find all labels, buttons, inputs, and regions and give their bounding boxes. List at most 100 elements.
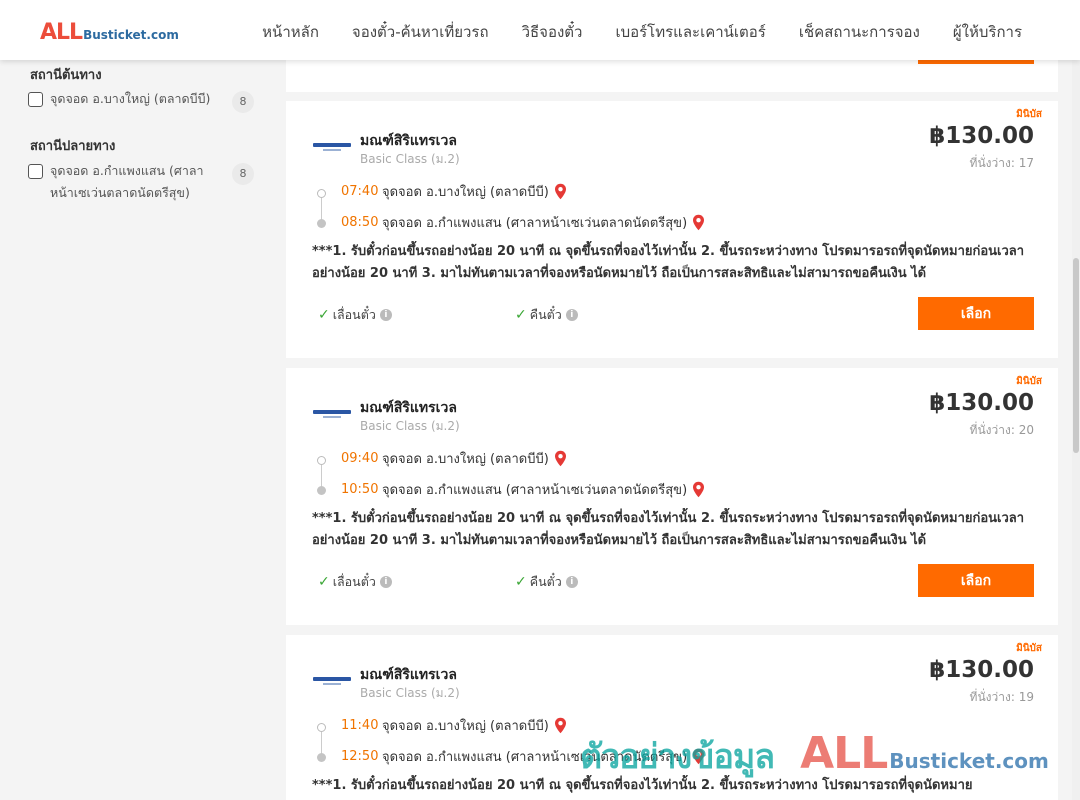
arrival-time: 10:50	[341, 482, 379, 497]
destination-filter-title: สถานีปลายทาง	[30, 139, 116, 154]
bus-type-badge: มินิบัส	[1016, 109, 1042, 120]
seats-count: 20	[1018, 423, 1034, 437]
map-pin-icon[interactable]	[692, 748, 705, 765]
nav-home[interactable]: หน้าหลัก	[262, 20, 319, 44]
seats-label: ที่นั่งว่าง:	[969, 423, 1015, 437]
departure-place: จุดจอด อ.บางใหญ่ (ตลาดบีบี)	[382, 452, 549, 467]
arrival-place: จุดจอด อ.กำแพงแสน (ศาลาหน้าเซเว่นตลาดนัด…	[382, 216, 688, 231]
departure-place: จุดจอด อ.บางใหญ่ (ตลาดบีบี)	[382, 719, 549, 734]
trip-card: มินิบัส มณฑ์สิริแทรเวล Basic Class (ม.2)…	[286, 101, 1058, 358]
operator-logo	[313, 408, 351, 420]
operator-name: มณฑ์สิริแทรเวล	[360, 400, 457, 416]
departure-time: 07:40	[341, 184, 379, 199]
map-pin-icon[interactable]	[692, 481, 705, 498]
seats-count: 19	[1018, 690, 1034, 704]
timeline-start-dot	[317, 456, 326, 465]
origin-option-count: 8	[232, 91, 254, 113]
nav-check-status[interactable]: เช็คสถานะการจอง	[799, 20, 920, 44]
scrollbar-thumb[interactable]	[1073, 258, 1079, 453]
timeline-start-dot	[317, 723, 326, 732]
select-trip-button[interactable]: เลือก	[918, 297, 1034, 330]
timeline-line	[321, 732, 322, 754]
check-icon: ✓	[515, 574, 527, 590]
logo-all-text: ALL	[40, 20, 83, 45]
previous-card-fragment	[286, 60, 1058, 92]
map-pin-icon[interactable]	[692, 214, 705, 231]
trip-note: ***1. รับตั๋วก่อนขึ้นรถอย่างน้อย 20 นาที…	[312, 244, 1025, 281]
origin-checkbox[interactable]	[28, 92, 43, 107]
seats-available: ที่นั่งว่าง: 20	[970, 421, 1034, 440]
feature-refund: ✓ คืนตั๋ว i	[515, 305, 578, 325]
seats-available: ที่นั่งว่าง: 19	[970, 688, 1034, 707]
origin-option-label: จุดจอด อ.บางใหญ่ (ตลาดบีบี)	[50, 91, 211, 106]
arrival-stop: 12:50 จุดจอด อ.กำแพงแสน (ศาลาหน้าเซเว่นต…	[341, 746, 705, 767]
check-icon: ✓	[318, 307, 330, 323]
ticket-price: ฿130.00	[929, 657, 1034, 683]
arrival-stop: 10:50 จุดจอด อ.กำแพงแสน (ศาลาหน้าเซเว่นต…	[341, 479, 705, 500]
trip-note: ***1. รับตั๋วก่อนขึ้นรถอย่างน้อย 20 นาที…	[312, 511, 1025, 548]
check-icon: ✓	[318, 574, 330, 590]
destination-filter-option[interactable]: จุดจอด อ.กำแพงแสน (ศาลาหน้าเซเว่นตลาดนัด…	[28, 163, 254, 204]
departure-time: 09:40	[341, 451, 379, 466]
timeline-line	[321, 198, 322, 220]
trip-card: มินิบัส มณฑ์สิริแทรเวล Basic Class (ม.2)…	[286, 635, 1058, 800]
map-pin-icon[interactable]	[554, 717, 567, 734]
bus-type-badge: มินิบัส	[1016, 376, 1042, 387]
operator-logo	[313, 675, 351, 687]
operator-logo	[313, 141, 351, 153]
seats-count: 17	[1018, 156, 1034, 170]
departure-stop: 07:40 จุดจอด อ.บางใหญ่ (ตลาดบีบี)	[341, 181, 567, 202]
bus-class: Basic Class (ม.2)	[360, 419, 460, 433]
info-icon[interactable]: i	[379, 309, 392, 321]
arrival-stop: 08:50 จุดจอด อ.กำแพงแสน (ศาลาหน้าเซเว่นต…	[341, 212, 705, 233]
nav-book-search[interactable]: จองตั๋ว-ค้นหาเที่ยวรถ	[352, 20, 489, 44]
feature-postpone: ✓ เลื่อนตั๋ว i	[318, 305, 392, 325]
feature-postpone-label: เลื่อนตั๋ว	[332, 307, 376, 322]
nav-how-to-book[interactable]: วิธีจองตั๋ว	[522, 20, 583, 44]
check-icon: ✓	[515, 307, 527, 323]
select-trip-button[interactable]: เลือก	[918, 564, 1034, 597]
previous-select-button[interactable]	[918, 60, 1034, 64]
info-icon[interactable]: i	[379, 576, 392, 588]
origin-filter-title: สถานีต้นทาง	[30, 68, 102, 83]
bus-class: Basic Class (ม.2)	[360, 686, 460, 700]
operator-name: มณฑ์สิริแทรเวล	[360, 667, 457, 683]
bus-type-badge: มินิบัส	[1016, 643, 1042, 654]
site-header: ALL Busticket.com หน้าหลัก จองตั๋ว-ค้นหา…	[0, 0, 1080, 60]
site-logo[interactable]: ALL Busticket.com	[40, 20, 179, 45]
seats-available: ที่นั่งว่าง: 17	[970, 154, 1034, 173]
seats-label: ที่นั่งว่าง:	[969, 690, 1015, 704]
destination-option-count: 8	[232, 163, 254, 185]
destination-checkbox[interactable]	[28, 164, 43, 179]
arrival-place: จุดจอด อ.กำแพงแสน (ศาลาหน้าเซเว่นตลาดนัด…	[382, 750, 688, 765]
logo-busticket-text: Busticket.com	[83, 28, 179, 42]
timeline-end-dot	[317, 486, 326, 495]
timeline-end-dot	[317, 753, 326, 762]
map-pin-icon[interactable]	[554, 450, 567, 467]
filter-sidebar: สถานีต้นทาง จุดจอด อ.บางใหญ่ (ตลาดบีบี) …	[0, 60, 270, 800]
arrival-place: จุดจอด อ.กำแพงแสน (ศาลาหน้าเซเว่นตลาดนัด…	[382, 483, 688, 498]
info-icon[interactable]: i	[565, 309, 578, 321]
operator-name: มณฑ์สิริแทรเวล	[360, 133, 457, 149]
bus-class: Basic Class (ม.2)	[360, 152, 460, 166]
trip-card: มินิบัส มณฑ์สิริแทรเวล Basic Class (ม.2)…	[286, 368, 1058, 625]
timeline-end-dot	[317, 219, 326, 228]
feature-refund-label: คืนตั๋ว	[529, 574, 562, 589]
departure-stop: 11:40 จุดจอด อ.บางใหญ่ (ตลาดบีบี)	[341, 715, 567, 736]
info-icon[interactable]: i	[565, 576, 578, 588]
map-pin-icon[interactable]	[554, 183, 567, 200]
arrival-time: 08:50	[341, 215, 379, 230]
departure-time: 11:40	[341, 718, 379, 733]
feature-refund-label: คืนตั๋ว	[529, 307, 562, 322]
trip-note: ***1. รับตั๋วก่อนขึ้นรถอย่างน้อย 20 นาที…	[312, 778, 973, 793]
feature-postpone-label: เลื่อนตั๋ว	[332, 574, 376, 589]
timeline-line	[321, 465, 322, 487]
destination-option-label: จุดจอด อ.กำแพงแสน (ศาลาหน้าเซเว่นตลาดนัด…	[50, 163, 204, 200]
origin-filter-option[interactable]: จุดจอด อ.บางใหญ่ (ตลาดบีบี) 8	[28, 91, 254, 113]
page-scrollbar[interactable]	[1072, 60, 1080, 800]
nav-phone-counter[interactable]: เบอร์โทรและเคาน์เตอร์	[615, 20, 765, 44]
departure-place: จุดจอด อ.บางใหญ่ (ตลาดบีบี)	[382, 185, 549, 200]
nav-operators[interactable]: ผู้ให้บริการ	[953, 20, 1022, 44]
seats-label: ที่นั่งว่าง:	[969, 156, 1015, 170]
feature-postpone: ✓ เลื่อนตั๋ว i	[318, 572, 392, 592]
